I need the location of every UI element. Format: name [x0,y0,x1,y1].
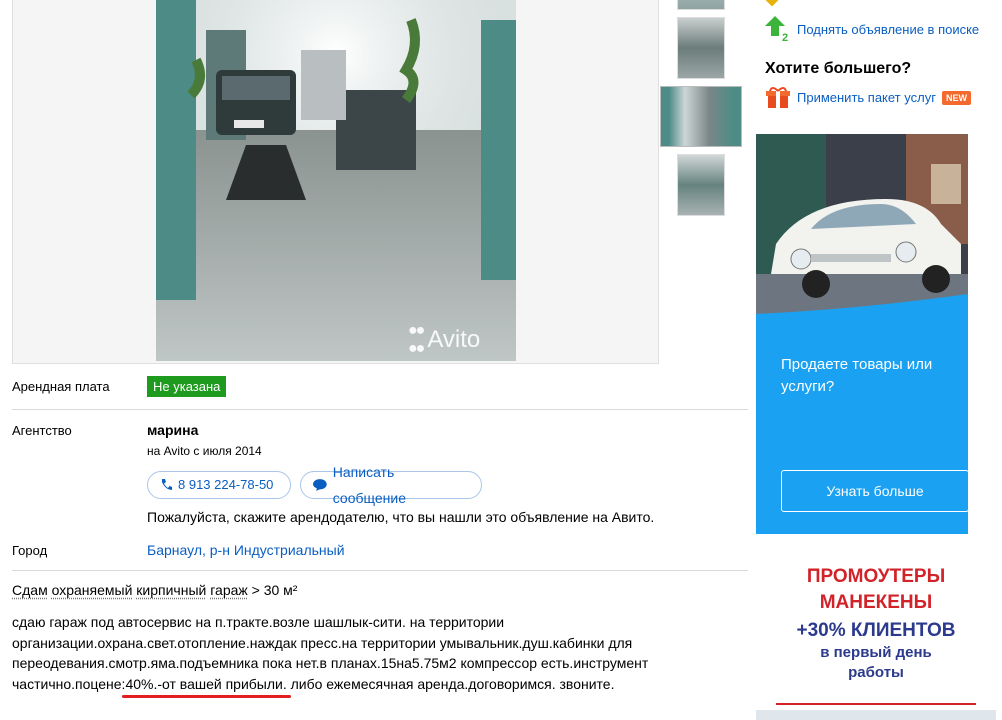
next-ad-edge [756,710,996,720]
garage-photo [156,0,516,361]
write-message-button[interactable]: Написать сообщение [300,464,482,506]
svg-text:2: 2 [782,32,788,42]
raise-ad-link[interactable]: Поднять объявление в поиске [797,22,979,37]
city-label: Город [12,543,48,558]
raise-up-icon: 2 [765,16,791,45]
phone-number: 8 913 224-78-50 [178,477,274,492]
ad-banner-promoters[interactable]: ПРОМОУТЕРЫ МАНЕКЕНЫ +30% КЛИЕНТОВ в перв… [756,552,996,720]
apply-package-link[interactable]: Применить пакет услуг [797,90,936,105]
param-term[interactable]: кирпичный [136,582,206,598]
param-size: > 30 м² [251,582,298,598]
seller-name[interactable]: марина [147,422,198,438]
param-term[interactable]: Сдам [12,582,48,598]
vintage-car-image [756,134,968,324]
agency-label: Агентство [12,423,72,438]
city-link[interactable]: Барнаул, р-н Индустриальный [147,542,345,558]
gift-package-icon [766,86,790,113]
want-more-heading: Хотите большего? [765,60,912,77]
highlighted-text: 40%.-от вашей прибыли. [122,676,291,698]
learn-more-button[interactable]: Узнать больше [781,470,968,512]
photo-thumbnail[interactable] [677,17,725,79]
landlord-note: Пожалуйста, скажите арендодателю, что вы… [147,509,655,525]
promo-line-1: ПРОМОУТЕРЫ [806,566,946,587]
divider [12,409,748,410]
param-term[interactable]: охраняемый [52,582,133,598]
seller-since: на Avito с июля 2014 [147,444,262,458]
avito-logo-icon: ●● ●● [408,322,425,357]
promo-line-4: в первый день [820,644,932,661]
param-term[interactable]: гараж [210,582,248,598]
listing-description: сдаю гараж под автосервис на п.тракте.во… [12,612,652,698]
rent-value-badge: Не указана [147,376,227,397]
rent-label: Арендная плата [12,379,110,394]
promo-line-3: +30% КЛИЕНТОВ [796,620,956,641]
photo-thumbnail[interactable] [677,0,725,10]
promo-line-5: работы [848,664,904,681]
new-badge: NEW [942,91,971,105]
photo-thumbnail[interactable] [677,154,725,216]
show-phone-button[interactable]: 8 913 224-78-50 [147,471,291,499]
phone-icon [162,479,172,490]
ad-sell-text: Продаете товары или услуги? [781,356,933,395]
ad-banner-sell[interactable]: Продаете товары или услуги? Узнать больш… [756,134,968,534]
avito-watermark: ●● ●● Avito [408,322,481,357]
divider [12,570,748,571]
main-photo[interactable]: ●● ●● Avito [156,0,516,361]
highlight-icon [763,0,781,7]
promo-line-2: МАНЕКЕНЫ [819,592,933,613]
promo-underline [776,703,976,705]
listing-params: Сдам охраняемый кирпичный гараж > 30 м² [12,582,297,598]
chat-bubble-icon [313,479,327,491]
write-message-label: Написать сообщение [332,464,406,506]
red-underline [122,694,291,698]
photo-thumbnail-active[interactable] [660,86,742,147]
